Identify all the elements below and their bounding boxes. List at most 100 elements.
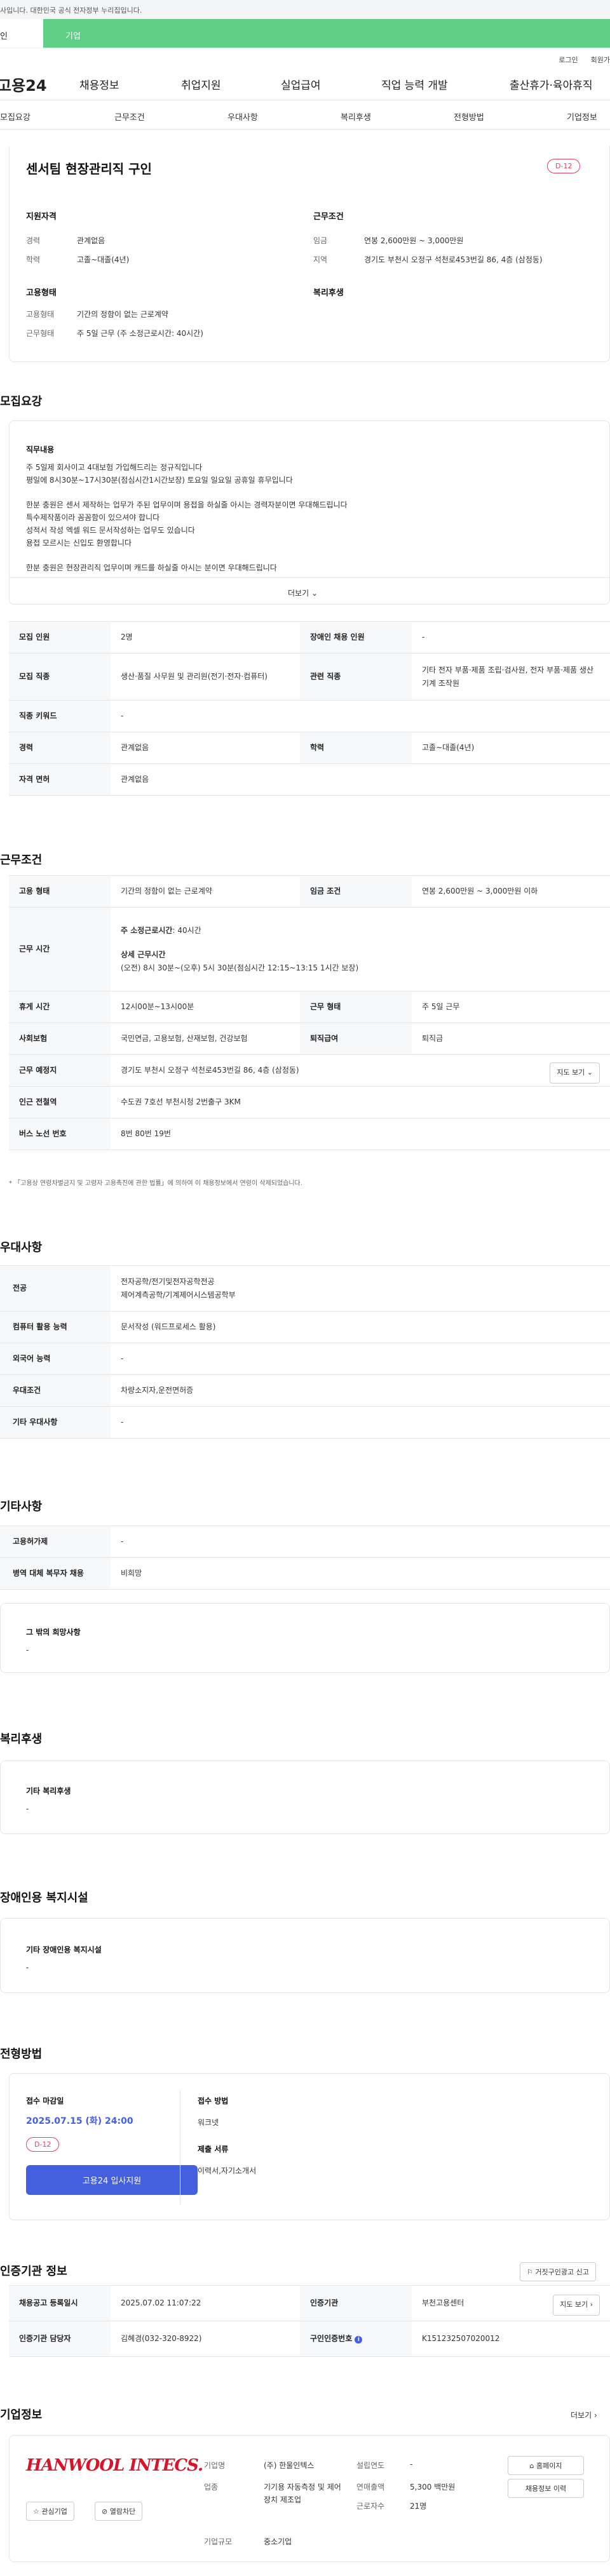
chevron-right-icon: ›: [593, 2411, 597, 2420]
count-value: 2명: [111, 621, 300, 654]
docs-label: 제출 서류: [198, 2145, 229, 2154]
more-button[interactable]: 더보기 ⌄: [288, 587, 318, 598]
license-value: 관계없음: [111, 763, 610, 796]
process-heading: 전형방법: [0, 2048, 43, 2061]
pref-heading: 우대사항: [0, 1241, 43, 1254]
found-label: 설립연도: [356, 2461, 385, 2470]
summary-card: 센서팀 현장관리직 구인 D-12 지원자격 경력 관계없음 학력 고졸~대졸(…: [9, 146, 610, 362]
worktype-label: 근무형태: [26, 329, 55, 338]
work-table: 고용 형태 기간의 정함이 없는 근로계약 임금 조건 연봉 2,600만원 ~…: [9, 875, 610, 1150]
time-label: 근무 시간: [9, 907, 111, 991]
size-value: 중소기업: [264, 2537, 292, 2546]
work-heading: 근무조건: [0, 854, 43, 867]
subnav-welfare[interactable]: 복리후생: [341, 111, 371, 123]
pref-table: 전공 전자공학/전기및전자공학전공 제어계측공학/기계제어시스템공학부 컴퓨터 …: [0, 1265, 610, 1439]
report-button[interactable]: ⚐ 거짓구인광고 신고: [520, 2262, 596, 2281]
pc-label: 컴퓨터 활용 능력: [0, 1311, 111, 1343]
deadline-value: 2025.07.15 (화) 24:00: [26, 2116, 133, 2126]
edu-value: 고졸~대졸(4년): [77, 255, 130, 264]
retire-value: 퇴직금: [412, 1023, 610, 1055]
job-label: 모집 직종: [9, 653, 111, 701]
company-more-link[interactable]: 더보기 ›: [571, 2410, 597, 2420]
career-row-label: 경력: [9, 732, 111, 764]
support-value: -: [111, 1526, 610, 1558]
gnb-jobs[interactable]: 채용정보: [79, 76, 119, 92]
block-icon: ⊘: [102, 2507, 108, 2516]
homepage-button[interactable]: ⌂ 홈페이지: [508, 2456, 584, 2475]
kw-label: 직종 키워드: [9, 700, 111, 732]
place-value: 경기도 부천시 오정구 석천로453번길 86, 4층 (삼정동) 지도 보기 …: [111, 1054, 610, 1087]
break-value: 12시00분~13시00분: [111, 991, 300, 1023]
disabled-value: -: [412, 621, 610, 654]
rel-label: 관련 직종: [300, 653, 412, 701]
chevron-down-icon: ⌄: [311, 589, 318, 598]
disabled-fac-heading: 장애인용 복지시설: [0, 1891, 88, 1905]
docs-value: 이력서,자기소개서: [198, 2166, 257, 2175]
info-icon: *: [9, 1180, 12, 1187]
detail-hours-label: 상세 근무시간: [121, 950, 166, 960]
break-label: 휴게 시간: [9, 991, 111, 1023]
jobs-history-button[interactable]: 채용정보 이력: [508, 2479, 584, 2498]
lang-value: -: [111, 1343, 610, 1375]
weekly-hours-value: : 40시간: [172, 925, 201, 935]
support-label: 고용허가제: [0, 1526, 111, 1558]
gnb-parental-leave[interactable]: 출산휴가·육아휴직: [510, 76, 593, 92]
org-label: 인증기관: [300, 2285, 412, 2321]
person-label: 인증기관 담당자: [9, 2321, 111, 2357]
sales-label: 연매출액: [356, 2483, 385, 2492]
site-logo[interactable]: 고용24: [0, 73, 79, 95]
career-row-value: 관계없음: [111, 732, 300, 764]
fav-button[interactable]: ☆ 관심기업: [26, 2502, 74, 2521]
emp-value: 기간의 정함이 없는 근로계약: [111, 875, 300, 908]
apply-button[interactable]: 고용24 입사지원: [26, 2165, 198, 2195]
etc-table: 고용허가제 - 병역 대체 복무자 채용 비희망: [0, 1526, 610, 1590]
map-button[interactable]: 지도 보기 ⌄: [550, 1063, 600, 1083]
disabled-fac-title: 기타 장애인용 복지시설: [26, 1945, 102, 1954]
agency-map-button[interactable]: 지도 보기 ›: [553, 2295, 600, 2316]
weekly-hours-label: 주 소정근로시간: [121, 925, 173, 935]
recruit-table: 모집 인원 2명 장애인 채용 인원 - 모집 직종 생산·품질 사무원 및 관…: [9, 621, 610, 796]
num-value: K151232507020012: [412, 2321, 610, 2357]
signup-link[interactable]: 회원가: [591, 55, 610, 69]
block-button[interactable]: ⊘ 열람차단: [95, 2502, 143, 2521]
kw-value: -: [111, 700, 610, 732]
gnb-training[interactable]: 직업 능력 개발: [381, 76, 448, 92]
tab-personal[interactable]: 인: [0, 19, 43, 48]
subnav-process[interactable]: 전형방법: [454, 111, 484, 123]
pref-cond-label: 우대조건: [0, 1374, 111, 1407]
top-notice: 사입니다. 대한민국 공식 전자정부 누리집입니다.: [0, 0, 610, 19]
wage-row-value: 연봉 2,600만원 ~ 3,000만원 이하: [412, 875, 610, 908]
subnav-recruit[interactable]: 모집요강: [0, 111, 30, 123]
tab-company[interactable]: 기업: [43, 19, 610, 48]
welfare-card: 기타 복리후생 -: [0, 1761, 610, 1834]
size-label: 기업규모: [204, 2537, 233, 2546]
num-label: 구인인증번호 i: [300, 2321, 412, 2357]
subnav-company[interactable]: 기업정보: [567, 111, 597, 123]
military-label: 병역 대체 복무자 채용: [0, 1557, 111, 1590]
ins-value: 국민연금, 고용보험, 산재보험, 건강보험: [111, 1023, 300, 1055]
age-note: * 「고용상 연령차별금지 및 고령자 고용촉진에 관한 법률」에 의하여 이 …: [9, 1180, 302, 1187]
agency-table: 채용공고 등록일시 2025.07.02 11:07:22 인증기관 부천고용센…: [9, 2285, 610, 2357]
pref-etc-label: 기타 우대사항: [0, 1406, 111, 1439]
time-value: 주 소정근로시간: 40시간 상세 근무시간 (오전) 8시 30분~(오후) …: [111, 907, 610, 991]
lang-label: 외국어 능력: [0, 1343, 111, 1375]
emp-title: 고용형태: [26, 288, 57, 298]
region-value: 경기도 부천시 오정구 석천로453번길 86, 4층 (삼정동): [364, 255, 543, 264]
welfare-card-title: 기타 복리후생: [26, 1787, 71, 1795]
gnb-employment-support[interactable]: 취업지원: [181, 76, 221, 92]
pref-etc-value: -: [111, 1406, 610, 1439]
login-link[interactable]: 로그인: [559, 55, 578, 69]
reg-value: 2025.07.02 11:07:22: [111, 2285, 300, 2321]
process-card: 접수 마감일 2025.07.15 (화) 24:00 D-12 고용24 입사…: [9, 2073, 610, 2220]
subnav-pref[interactable]: 우대사항: [227, 111, 258, 123]
place-label: 근무 예정지: [9, 1054, 111, 1087]
edu-row-value: 고졸~대졸(4년): [412, 732, 610, 764]
cond-title: 근무조건: [313, 212, 344, 222]
subnav-work[interactable]: 근무조건: [114, 111, 145, 123]
sales-value: 5,300 백만원: [410, 2483, 456, 2492]
gnb-unemployment[interactable]: 실업급여: [281, 76, 321, 92]
retire-label: 퇴직급여: [300, 1023, 412, 1055]
career-value: 관계없음: [77, 236, 105, 245]
job-value: 생산·품질 사무원 및 관리원(전기·전자·컴퓨터): [111, 653, 300, 701]
info-icon[interactable]: i: [355, 2336, 363, 2344]
